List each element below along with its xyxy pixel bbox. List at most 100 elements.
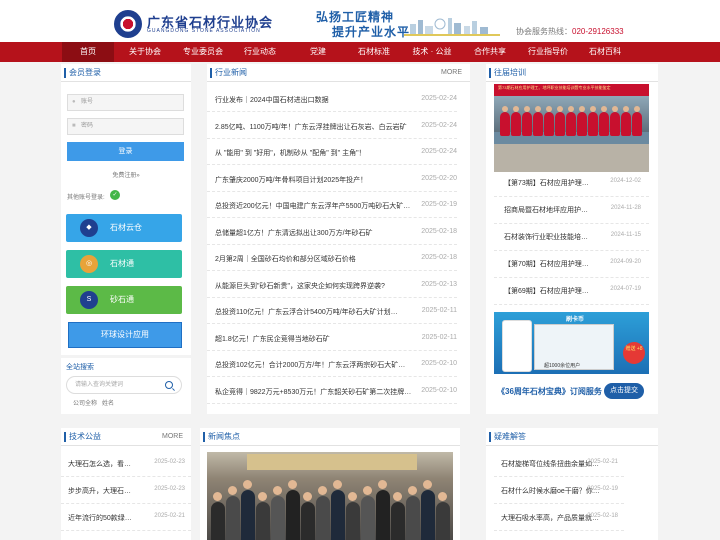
faq-row[interactable]: 石材什么时候水磨oe干磨？你… 2025-02-19	[494, 477, 624, 504]
wechat-login-icon[interactable]: ✓	[110, 190, 120, 200]
news-row[interactable]: 私企竞得｜9822万元+8530万元！广东韶关砂石矿第二次挂牌… 2025-02-…	[207, 378, 457, 404]
association-logo-icon[interactable]	[114, 10, 142, 38]
nav-about[interactable]: 关于协会	[118, 42, 172, 62]
attendee-figure	[316, 496, 330, 540]
row-title[interactable]: 从能源巨头到"砂石新贵"，这家央企如何实现跨界逆袭?	[215, 281, 415, 291]
row-title[interactable]: 总投资近200亿元！中国电建广东云浮年产5500万吨砂石大矿…	[215, 201, 415, 211]
row-title[interactable]: 总储量超1亿方！广东清远拟出让300万方/年砂石矿	[215, 228, 415, 238]
login-button[interactable]: 登录	[67, 142, 184, 161]
news-focus-photo[interactable]	[207, 452, 453, 540]
stone-cloud-button[interactable]: ◆ 石材云仓	[66, 214, 182, 242]
faq-row[interactable]: 石材旋梯弯位线条扭曲余量如… 2025-02-21	[494, 450, 624, 477]
nav-party-building[interactable]: 党建	[292, 42, 344, 62]
nav-cooperation[interactable]: 合作共享	[464, 42, 516, 62]
attendee-head	[363, 486, 372, 495]
news-row[interactable]: 超1.8亿元！广东民企竞得当地砂石矿 2025-02-11	[207, 325, 457, 351]
sand-tong-button[interactable]: S 砂石通	[66, 286, 182, 314]
training-row-date: 2024-12-02	[610, 178, 641, 184]
training-row-date: 2024-09-20	[610, 259, 641, 265]
row-date: 2025-02-11	[421, 307, 457, 314]
faq-panel: 疑难解答 石材旋梯弯位线条扭曲余量如… 2025-02-21 石材什么时候水磨oe干…	[486, 428, 658, 540]
news-row[interactable]: 从 "能用" 到 "好用"，机制砂从 "配角" 到" 主角"！ 2025-02-2…	[207, 139, 457, 165]
site-search-input[interactable]: 请输入查询关键词	[66, 376, 182, 394]
row-title[interactable]: 石材什么时候水磨oe干磨？你…	[501, 486, 601, 496]
row-title[interactable]: 总投资110亿元！广东云浮合计5400万吨/年砂石大矿计划…	[215, 307, 415, 317]
news-row[interactable]: 2.85亿吨、1100万吨/年！广东云浮挂牌出让石灰岩、白云岩矿 2025-02-…	[207, 113, 457, 139]
search-option-company[interactable]: 公司全称	[73, 398, 97, 407]
training-row-title[interactable]: 石材装饰行业职业技能培…	[504, 232, 599, 242]
username-field[interactable]: ● 账号	[67, 94, 184, 111]
row-title[interactable]: 大理石吸水率高，产品质量就…	[501, 513, 601, 523]
stone-manual-ad[interactable]: 刷卡币 赠送 +8 超1000余位用户	[494, 312, 649, 374]
participant-figure	[522, 112, 532, 136]
attendee-head	[213, 492, 222, 501]
row-title[interactable]: 广东肇庆2000万吨/年骨料项目计划2025年投产！	[215, 175, 415, 185]
news-row[interactable]: 从能源巨头到"砂石新贵"，这家央企如何实现跨界逆袭? 2025-02-13	[207, 272, 457, 298]
sand-tong-label: 砂石通	[110, 295, 134, 304]
row-title[interactable]: 私企竞得｜9822万元+8530万元！广东韶关砂石矿第二次挂牌…	[215, 387, 415, 397]
hotline-number[interactable]: 020-29126333	[572, 27, 624, 36]
row-title[interactable]: 总投资102亿元！合计2000万方/年！广东云浮两宗砂石大矿…	[215, 360, 415, 370]
news-row[interactable]: 总储量超1亿方！广东清远拟出让300万方/年砂石矿 2025-02-18	[207, 219, 457, 245]
news-row[interactable]: 2月第2周｜全国砂石均价和部分区域砂石价格 2025-02-18	[207, 245, 457, 271]
participant-figure	[555, 112, 565, 136]
attendee-head	[243, 480, 252, 489]
submit-order-button[interactable]: 点击提交	[604, 383, 644, 399]
nav-stone-standards[interactable]: 石材标准	[348, 42, 400, 62]
row-title[interactable]: 超1.8亿元！广东民企竞得当地砂石矿	[215, 334, 415, 344]
tech-row[interactable]: 步步高升，大理石… 2025-02-23	[61, 477, 191, 504]
training-photo-banner: 第73期石材应用护理工、地坪职业技能培训暨专业水平技能鉴定	[494, 84, 649, 96]
faq-row[interactable]: 大理石吸水率高，产品质量就… 2025-02-18	[494, 504, 624, 531]
row-title[interactable]: 2.85亿吨、1100万吨/年！广东云浮挂牌出让石灰岩、白云岩矿	[215, 122, 415, 132]
participant-figure	[599, 112, 609, 136]
attendee-figure	[406, 496, 420, 540]
row-title[interactable]: 近年流行的50款绿…	[68, 513, 136, 523]
row-title[interactable]: 石材旋梯弯位线条扭曲余量如…	[501, 459, 601, 469]
nav-home[interactable]: 首页	[62, 42, 114, 62]
industry-news-more-link[interactable]: MORE	[441, 64, 462, 82]
tech-charity-more-link[interactable]: MORE	[162, 428, 183, 446]
training-row-title[interactable]: 【第69期】石材应用护理…	[504, 286, 599, 296]
row-date: 2025-02-10	[421, 360, 457, 367]
global-design-app-button[interactable]: 环球设计应用	[68, 322, 182, 348]
row-title[interactable]: 大理石怎么选，看…	[68, 459, 136, 469]
training-row-title[interactable]: 【第70期】石材应用护理…	[504, 259, 599, 269]
news-row[interactable]: 广东肇庆2000万吨/年骨料项目计划2025年投产！ 2025-02-20	[207, 166, 457, 192]
free-register-link[interactable]: 免费注册»	[61, 170, 191, 179]
manual-subscription-text[interactable]: 《36周年石材宝典》订阅服务	[497, 386, 602, 397]
participant-figure	[511, 112, 521, 136]
news-row[interactable]: 总投资110亿元！广东云浮合计5400万吨/年砂石大矿计划… 2025-02-11	[207, 298, 457, 324]
user-icon: ●	[72, 99, 76, 105]
search-icon[interactable]	[165, 381, 173, 389]
training-row[interactable]: 招商局暨石材地坪应用护… 2024-11-28	[494, 197, 649, 224]
row-title[interactable]: 步步高升，大理石…	[68, 486, 136, 496]
search-option-name[interactable]: 姓名	[102, 398, 114, 407]
training-row[interactable]: 【第69期】石材应用护理… 2024-07-19	[494, 278, 649, 305]
nav-price-guide[interactable]: 行业指导价	[520, 42, 576, 62]
stone-tong-button[interactable]: ◎ 石材通	[66, 250, 182, 278]
nav-tech-charity[interactable]: 技术 · 公益	[404, 42, 460, 62]
row-title[interactable]: 2月第2周｜全国砂石均价和部分区域砂石价格	[215, 254, 415, 264]
participant-head	[634, 106, 640, 112]
password-field[interactable]: ■ 密码	[67, 118, 184, 135]
attendee-head	[288, 480, 297, 489]
participant-head	[568, 106, 574, 112]
training-row-title[interactable]: 招商局暨石材地坪应用护…	[504, 205, 599, 215]
nav-industry-news[interactable]: 行业动态	[234, 42, 286, 62]
site-header: 广东省石材行业协会 GUANGDONG STONE ASSOCIATION 弘扬…	[0, 0, 720, 42]
participant-head	[579, 106, 585, 112]
training-row[interactable]: 【第73期】石材应用护理… 2024-12-02	[494, 170, 649, 197]
tech-row[interactable]: 大理石怎么选，看… 2025-02-23	[61, 450, 191, 477]
nav-committees[interactable]: 专业委员会	[174, 42, 232, 62]
news-row[interactable]: 总投资102亿元！合计2000万方/年！广东云浮两宗砂石大矿… 2025-02-1…	[207, 351, 457, 377]
nav-stone-encyclopedia[interactable]: 石材百科	[578, 42, 632, 62]
training-row-title[interactable]: 【第73期】石材应用护理…	[504, 178, 599, 188]
news-row[interactable]: 总投资近200亿元！中国电建广东云浮年产5500万吨砂石大矿… 2025-02-1…	[207, 192, 457, 218]
row-title[interactable]: 从 "能用" 到 "好用"，机制砂从 "配角" 到" 主角"！	[215, 148, 415, 158]
tech-row[interactable]: 近年流行的50款绿… 2025-02-21	[61, 504, 191, 531]
training-row[interactable]: 【第70期】石材应用护理… 2024-09-20	[494, 251, 649, 278]
training-group-photo[interactable]: 第73期石材应用护理工、地坪职业技能培训暨专业水平技能鉴定	[494, 84, 649, 172]
news-row[interactable]: 行业发布｜2024中国石材进出口数据 2025-02-24	[207, 86, 457, 112]
training-row[interactable]: 石材装饰行业职业技能培… 2024-11-15	[494, 224, 649, 251]
row-title[interactable]: 行业发布｜2024中国石材进出口数据	[215, 95, 415, 105]
